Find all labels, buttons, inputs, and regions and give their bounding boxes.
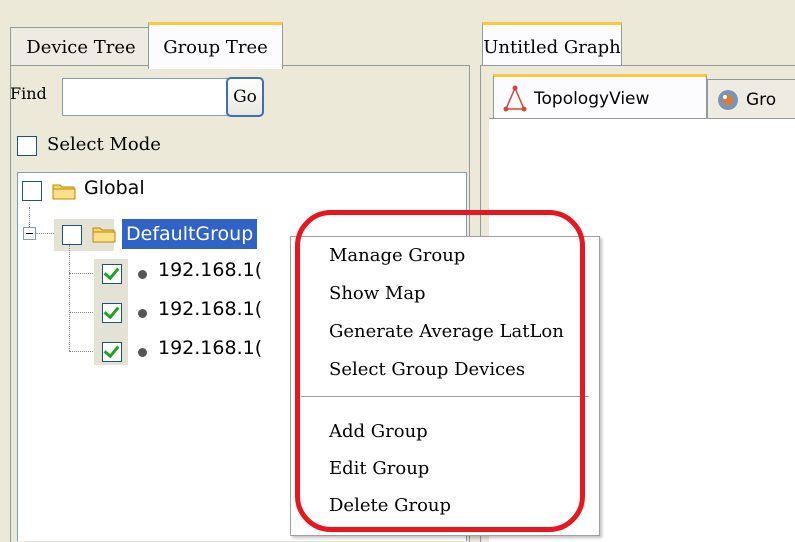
tree-connector: [69, 312, 95, 313]
go-button[interactable]: Go: [226, 77, 264, 117]
tab-untitled-graph-label: Untitled Graph: [483, 36, 621, 58]
find-label: Find: [10, 84, 47, 103]
device-icon: [138, 348, 147, 357]
collapse-toggle[interactable]: [23, 227, 36, 240]
tab-device-tree[interactable]: Device Tree: [10, 27, 152, 67]
tree-connector: [36, 233, 54, 234]
select-mode-label: Select Mode: [47, 134, 161, 155]
global-checkbox[interactable]: [22, 181, 42, 201]
tab-group-view-label: Gro: [746, 89, 777, 110]
highlight-annotation: [295, 210, 585, 532]
defaultgroup-checkbox[interactable]: [62, 225, 82, 245]
tab-topology-view[interactable]: TopologyView: [493, 74, 707, 121]
select-mode-checkbox[interactable]: [17, 136, 37, 156]
tree-item-device-label[interactable]: 192.168.1(: [158, 259, 262, 281]
device-checkbox[interactable]: [102, 264, 122, 284]
folder-icon: [92, 227, 116, 243]
tab-topology-view-label: TopologyView: [534, 89, 650, 109]
topology-icon: [503, 85, 527, 112]
find-input[interactable]: [62, 78, 230, 116]
tab-device-tree-label: Device Tree: [26, 37, 136, 58]
folder-icon: [52, 184, 76, 200]
tab-untitled-graph[interactable]: Untitled Graph: [482, 22, 622, 69]
tree-connector: [29, 207, 30, 229]
tree-item-defaultgroup-label[interactable]: DefaultGroup: [122, 219, 258, 249]
group-view-icon: [718, 89, 738, 110]
device-icon: [138, 309, 147, 318]
tree-connector: [69, 351, 95, 352]
device-checkbox[interactable]: [102, 303, 122, 323]
tree-connector: [69, 273, 95, 274]
tree-item-device-label[interactable]: 192.168.1(: [158, 337, 262, 359]
device-checkbox[interactable]: [102, 342, 122, 362]
tab-group-tree[interactable]: Group Tree: [148, 22, 283, 69]
tab-group-tree-label: Group Tree: [163, 36, 268, 58]
tab-group-view[interactable]: Gro: [707, 79, 795, 119]
tree-item-global-label[interactable]: Global: [84, 177, 145, 199]
go-button-label: Go: [233, 87, 257, 107]
device-icon: [138, 270, 147, 279]
tree-item-device-label[interactable]: 192.168.1(: [158, 298, 262, 320]
tree-connector: [69, 245, 70, 351]
